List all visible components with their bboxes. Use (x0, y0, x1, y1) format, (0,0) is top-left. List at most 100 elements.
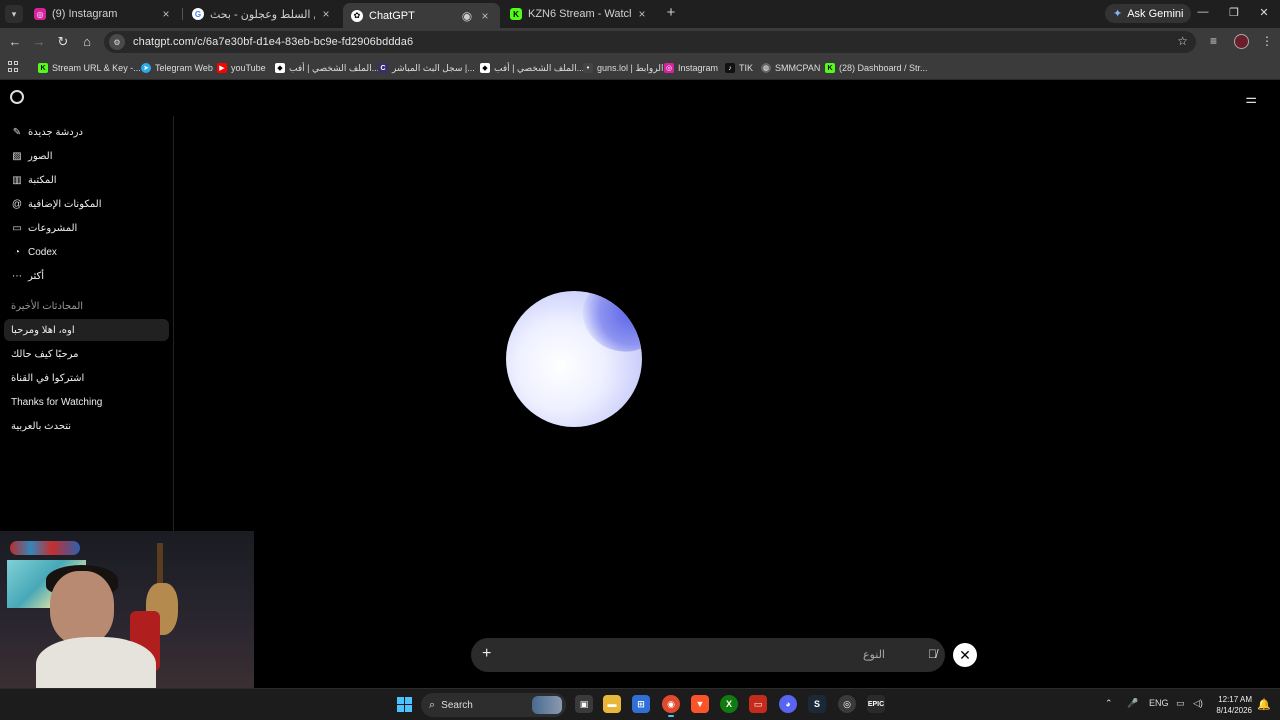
volume-icon[interactable]: ◁) (1193, 698, 1203, 709)
sidebar-item-label: المشروعات (28, 222, 78, 234)
site-info-icon[interactable]: ⚙ (109, 34, 125, 50)
microphone-icon[interactable]: 🎤 (1127, 698, 1138, 709)
discord-icon[interactable]: ◕ (779, 695, 797, 713)
epic-games-icon[interactable]: EPIC (867, 695, 885, 713)
webcam-overlay (0, 531, 254, 688)
back-icon[interactable]: ← (7, 34, 23, 50)
steam-icon[interactable]: S (808, 695, 826, 713)
close-tab-icon[interactable]: × (635, 7, 649, 21)
browser-tab-strip: ▾ ◎ (9) Instagram × G الفرق بين السلط وع… (0, 0, 1280, 28)
bookmark-dashboard[interactable]: K (28) Dashboard / Str... (825, 61, 928, 75)
apps-grid-icon[interactable] (8, 61, 19, 72)
xbox-icon[interactable]: X (720, 695, 738, 713)
forward-icon[interactable]: → (31, 34, 47, 50)
voice-composer: + 🎙̸ (471, 638, 945, 672)
sidebar-item-new-chat[interactable]: ✎ دردشة جديدة (11, 123, 83, 141)
bookmark-stream-url[interactable]: K Stream URL & Key -... (38, 61, 141, 75)
add-attachment-icon[interactable]: + (482, 645, 491, 663)
voice-settings-icon[interactable]: ⚌ (1245, 91, 1257, 107)
tab-google-search[interactable]: G الفرق بين السلط وعجلون - بحث ... × (184, 3, 341, 25)
sidebar-item-more[interactable]: ⋯ أكثر (11, 267, 44, 285)
chat-item-label: اشتركوا في القناة (11, 372, 85, 384)
chat-item[interactable]: اوه، اهلا ومرحبا (4, 319, 169, 341)
ask-gemini-button[interactable]: ✦ Ask Gemini (1105, 4, 1192, 23)
sidebar-item-codex[interactable]: ◔ Codex (11, 243, 57, 261)
sidebar-item-library[interactable]: ▥ المكتبة (11, 171, 56, 189)
bookmark-live-log[interactable]: C سجل البث المباشر |... (378, 61, 475, 75)
bookmark-guns-lol[interactable]: • guns.lol | الروابط (583, 61, 663, 75)
store-icon[interactable]: ⊞ (632, 695, 650, 713)
minimize-icon[interactable]: — (1196, 6, 1210, 18)
restore-icon[interactable]: ❐ (1227, 6, 1241, 19)
chatgpt-icon: ✿ (351, 9, 363, 22)
chat-item-label: اوه، اهلا ومرحبا (11, 324, 75, 336)
end-voice-button[interactable]: ✕ (953, 643, 977, 667)
chat-item[interactable]: مرحبًا كيف حالك (4, 343, 169, 365)
bookmark-star-icon[interactable]: ☆ (1177, 34, 1188, 48)
bookmark-tik[interactable]: ♪ TIK (725, 61, 753, 75)
sidebar-item-projects[interactable]: ▭ المشروعات (11, 219, 77, 237)
taskbar-search[interactable]: ⌕ Search (421, 693, 566, 717)
new-tab-button[interactable]: + (663, 5, 679, 21)
tab-kick-stream[interactable]: K KZN6 Stream - Watch Live on K... × (502, 3, 657, 25)
chrome-icon[interactable]: ◉ (662, 695, 680, 717)
menu-kebab-icon[interactable]: ⋮ (1261, 34, 1273, 48)
bookmark-telegram[interactable]: ➤ Telegram Web (141, 61, 213, 75)
mic-muted-icon[interactable]: 🎙̸ (928, 647, 937, 661)
notification-bell-icon[interactable]: 🔔 (1257, 698, 1271, 711)
diamond-icon: ◆ (480, 63, 490, 73)
bookmark-label: سجل البث المباشر |... (392, 62, 475, 73)
tab-title: الفرق بين السلط وعجلون - بحث ... (210, 8, 315, 21)
sidebar-item-images[interactable]: ▨ الصور (11, 147, 52, 165)
bookmark-label: TIK (739, 63, 754, 73)
tab-instagram[interactable]: ◎ (9) Instagram × (26, 3, 181, 25)
bookmark-instagram[interactable]: ◎ Instagram (664, 61, 718, 75)
images-icon: ▨ (12, 150, 22, 162)
windows-start-icon[interactable] (397, 697, 412, 712)
close-tab-icon[interactable]: × (319, 7, 333, 21)
message-input[interactable] (505, 647, 885, 663)
dashboard-icon: K (825, 63, 835, 73)
tab-title: KZN6 Stream - Watch Live on K... (528, 8, 631, 20)
bookmark-smmcpan[interactable]: ◍ SMMCPAN (761, 61, 820, 75)
language-indicator[interactable]: ENG (1149, 698, 1169, 708)
new-chat-icon: ✎ (12, 126, 22, 138)
task-view-icon[interactable]: ▣ (575, 695, 593, 713)
chat-item[interactable]: اشتركوا في القناة (4, 367, 169, 389)
bookmark-profile-1[interactable]: ◆ الملف الشخصي | أفب... (275, 61, 379, 75)
openai-logo-icon[interactable] (10, 90, 24, 104)
profile-avatar[interactable] (1234, 34, 1249, 49)
home-icon[interactable]: ⌂ (79, 34, 95, 50)
tray-overflow-icon[interactable]: ⌃ (1105, 698, 1113, 709)
url-text[interactable]: chatgpt.com/c/6a7e30bf-d1e4-83eb-bc9e-fd… (133, 36, 413, 48)
close-tab-icon[interactable]: × (159, 7, 173, 21)
media-controls-icon[interactable]: ≡ (1210, 34, 1217, 48)
network-icon[interactable]: ▭ (1176, 698, 1185, 709)
bookmark-label: SMMCPAN (775, 63, 821, 73)
brave-icon[interactable]: ▼ (691, 695, 709, 713)
obs-icon[interactable]: ◎ (838, 695, 856, 713)
address-bar[interactable]: ⚙ chatgpt.com/c/6a7e30bf-d1e4-83eb-bc9e-… (104, 31, 1196, 53)
reload-icon[interactable]: ↻ (55, 34, 71, 50)
chat-item[interactable]: نتحدث بالعربية (4, 415, 169, 437)
kick-icon: K (510, 8, 522, 20)
file-explorer-icon[interactable]: ▬ (603, 695, 621, 713)
sidebar-item-plugins[interactable]: @ المكونات الإضافية (11, 195, 102, 213)
close-tab-icon[interactable]: × (478, 9, 492, 23)
chat-item[interactable]: Thanks for Watching (4, 391, 169, 413)
streamer-face (50, 571, 114, 645)
tab-search-button[interactable]: ▾ (5, 5, 23, 23)
taskbar-clock[interactable]: 12:17 AM 8/14/2026 (1212, 694, 1252, 716)
tab-chatgpt[interactable]: ✿ ChatGPT ◉ × (343, 3, 500, 28)
bookmark-profile-2[interactable]: ◆ الملف الشخصي | أفب... (480, 61, 584, 75)
search-highlight-image (532, 696, 562, 714)
globe-icon: ◍ (761, 63, 771, 73)
tab-title: (9) Instagram (52, 8, 118, 20)
bookmark-label: الملف الشخصي | أفب... (289, 62, 380, 73)
c-icon: C (378, 63, 388, 73)
close-window-icon[interactable]: ✕ (1257, 6, 1271, 19)
windows-taskbar: ⌕ Search ▣ ▬ ⊞ ◉ ▼ X ▭ ◕ S ◎ EPIC ⌃ 🎤 EN… (0, 688, 1280, 720)
streaming-app-icon[interactable]: ▭ (749, 695, 767, 713)
bookmark-label: Stream URL & Key -... (52, 63, 141, 73)
bookmark-youtube[interactable]: ▶ youTube (217, 61, 266, 75)
